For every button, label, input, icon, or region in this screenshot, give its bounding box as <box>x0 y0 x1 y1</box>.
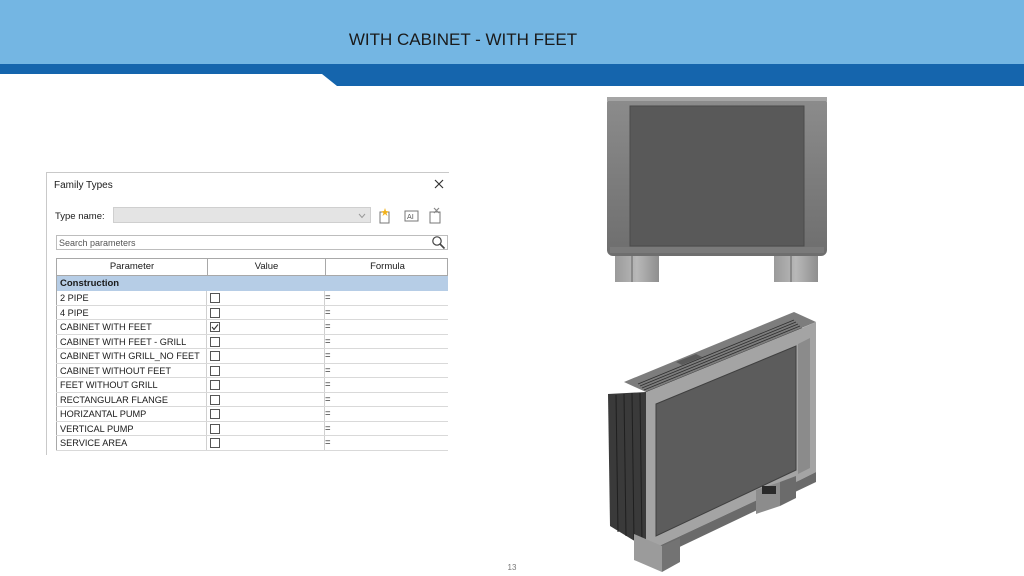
formula-cell[interactable]: = <box>325 349 448 363</box>
formula-cell[interactable]: = <box>325 335 448 349</box>
formula-cell[interactable]: = <box>325 291 448 305</box>
group-header-construction[interactable]: Construction <box>56 276 448 291</box>
column-header-parameter[interactable]: Parameter <box>57 259 208 275</box>
header-stripe <box>0 64 1024 86</box>
value-checkbox[interactable] <box>210 365 220 376</box>
search-icon[interactable] <box>431 235 446 253</box>
table-row[interactable]: 4 PIPE = <box>56 305 448 320</box>
column-header-value[interactable]: Value <box>208 259 326 275</box>
search-box <box>56 235 448 250</box>
parameter-name: 4 PIPE <box>56 305 207 319</box>
parameter-name: FEET WITHOUT GRILL <box>56 378 207 392</box>
formula-cell[interactable]: = <box>325 306 448 320</box>
table-row[interactable]: CABINET WITHOUT FEET = <box>56 363 448 378</box>
table-row[interactable]: VERTICAL PUMP = <box>56 421 448 436</box>
delete-type-icon[interactable] <box>427 207 445 224</box>
table-row[interactable]: CABINET WITH FEET - GRILL = <box>56 334 448 349</box>
header-banner: WITH CABINET - WITH FEET <box>0 0 1024 64</box>
parameter-name: VERTICAL PUMP <box>56 421 207 435</box>
formula-cell[interactable]: = <box>325 364 448 378</box>
parameter-name: CABINET WITH FEET <box>56 320 207 334</box>
formula-cell[interactable]: = <box>325 436 448 450</box>
table-row[interactable]: FEET WITHOUT GRILL = <box>56 378 448 393</box>
dialog-titlebar: Family Types <box>47 173 449 199</box>
parameter-name: HORIZANTAL PUMP <box>56 407 207 421</box>
value-checkbox[interactable] <box>210 394 220 405</box>
table-row[interactable]: RECTANGULAR FLANGE = <box>56 392 448 407</box>
table-row[interactable]: CABINET WITH FEET = <box>56 320 448 335</box>
parameter-name: RECTANGULAR FLANGE <box>56 392 207 406</box>
value-checkbox[interactable] <box>210 409 220 419</box>
new-type-icon[interactable] <box>376 207 394 224</box>
formula-cell[interactable]: = <box>325 393 448 407</box>
formula-cell[interactable]: = <box>325 378 448 392</box>
slide-title: WITH CABINET - WITH FEET <box>348 30 578 49</box>
chevron-down-icon <box>358 211 366 222</box>
dialog-title: Family Types <box>54 180 113 191</box>
checkmark-icon <box>211 324 219 331</box>
formula-cell[interactable]: = <box>325 407 448 421</box>
formula-cell[interactable]: = <box>325 320 448 334</box>
value-checkbox[interactable] <box>210 438 220 448</box>
search-input[interactable] <box>59 236 429 249</box>
parameter-name: CABINET WITH FEET - GRILL <box>56 334 207 348</box>
value-checkbox[interactable] <box>210 351 220 361</box>
parameter-name: 2 PIPE <box>56 291 207 305</box>
rename-type-icon[interactable]: AI <box>403 207 421 224</box>
svg-text:AI: AI <box>407 213 414 221</box>
value-checkbox[interactable] <box>210 336 220 347</box>
table-row[interactable]: HORIZANTAL PUMP = <box>56 407 448 422</box>
page-number: 13 <box>507 563 517 572</box>
value-checkbox[interactable] <box>210 322 220 332</box>
table-row[interactable]: SERVICE AREA = <box>56 436 448 451</box>
value-checkbox[interactable] <box>210 307 220 318</box>
parameters-table: Parameter Value Formula Construction 2 P… <box>56 258 448 451</box>
parameter-name: CABINET WITH GRILL_NO FEET <box>56 349 207 363</box>
family-types-dialog: Family Types Type name: AI Search parame… <box>46 172 449 455</box>
value-checkbox[interactable] <box>210 293 220 303</box>
table-header: Parameter Value Formula <box>56 258 448 276</box>
value-checkbox[interactable] <box>210 380 220 390</box>
formula-cell[interactable]: = <box>325 422 448 436</box>
parameter-name: CABINET WITHOUT FEET <box>56 363 207 377</box>
type-name-select[interactable] <box>113 207 371 223</box>
table-row[interactable]: 2 PIPE = <box>56 291 448 306</box>
column-header-formula[interactable]: Formula <box>326 259 449 275</box>
value-checkbox[interactable] <box>210 423 220 434</box>
parameter-name: SERVICE AREA <box>56 436 207 450</box>
table-row[interactable]: CABINET WITH GRILL_NO FEET = <box>56 349 448 364</box>
cabinet-front-view-image <box>607 97 827 282</box>
close-icon[interactable] <box>431 176 447 192</box>
cabinet-isometric-view-image <box>608 312 816 572</box>
type-name-label: Type name: <box>55 211 105 222</box>
